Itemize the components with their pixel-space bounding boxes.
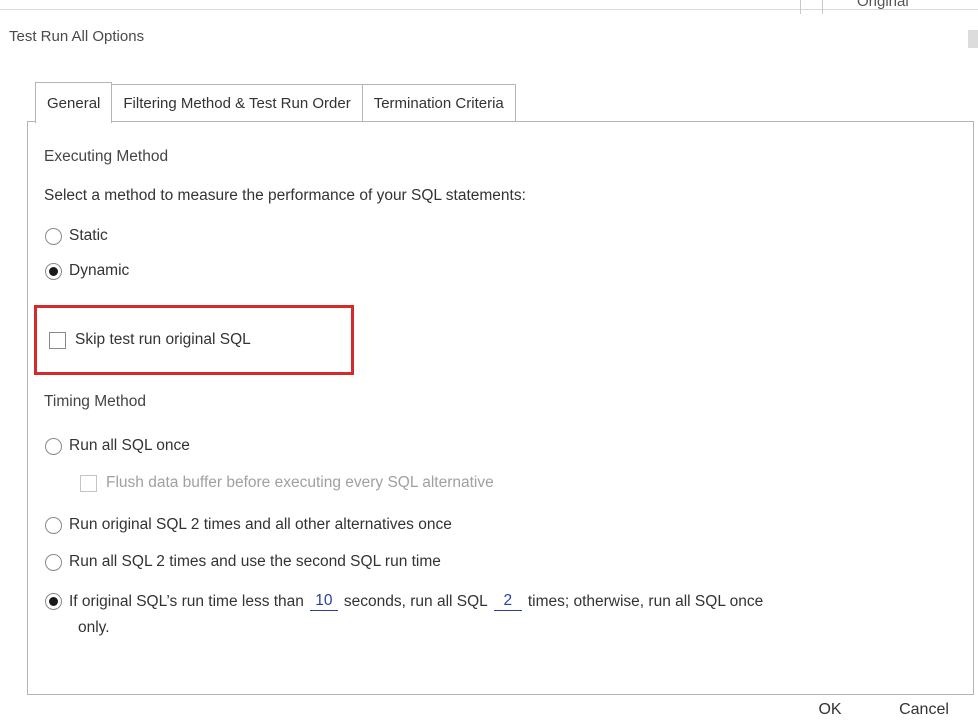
- tab-filtering-method[interactable]: Filtering Method & Test Run Order: [111, 84, 363, 122]
- background-column-separator: [822, 0, 823, 14]
- radio-dynamic[interactable]: [45, 262, 62, 280]
- radio-dynamic-option[interactable]: Dynamic: [45, 262, 129, 280]
- skip-original-checkbox[interactable]: [49, 331, 66, 349]
- ok-button[interactable]: OK: [800, 697, 860, 723]
- executing-method-prompt: Select a method to measure the performan…: [44, 187, 526, 204]
- tab-general[interactable]: General: [35, 82, 113, 123]
- background-column-header: Original: [857, 0, 909, 10]
- background-divider: [0, 9, 978, 10]
- radio-original-twice[interactable]: [45, 516, 62, 534]
- radio-original-twice-label: Run original SQL 2 times and all other a…: [69, 516, 452, 533]
- radio-all-twice[interactable]: [45, 553, 62, 571]
- tab-strip: General Filtering Method & Test Run Orde…: [35, 82, 516, 123]
- executing-method-heading: Executing Method: [44, 148, 169, 165]
- radio-conditional-option[interactable]: If original SQL’s run time less than 10 …: [45, 592, 763, 611]
- flush-buffer-option[interactable]: Flush data buffer before executing every…: [80, 474, 494, 492]
- flush-buffer-checkbox[interactable]: [80, 474, 97, 492]
- skip-original-option[interactable]: Skip test run original SQL: [49, 331, 251, 349]
- conditional-suffix-wrap: only.: [78, 619, 110, 636]
- seconds-value-field[interactable]: 10: [309, 592, 338, 611]
- background-column-separator: [800, 0, 801, 14]
- times-value-field[interactable]: 2: [493, 592, 522, 611]
- radio-static-option[interactable]: Static: [45, 227, 108, 245]
- timing-method-heading: Timing Method: [44, 393, 146, 410]
- radio-all-twice-label: Run all SQL 2 times and use the second S…: [69, 553, 441, 570]
- radio-original-twice-option[interactable]: Run original SQL 2 times and all other a…: [45, 516, 452, 534]
- flush-buffer-label: Flush data buffer before executing every…: [106, 474, 494, 491]
- tab-termination-criteria[interactable]: Termination Criteria: [361, 84, 516, 122]
- skip-original-label: Skip test run original SQL: [75, 331, 251, 348]
- conditional-middle: seconds, run all SQL: [343, 592, 488, 610]
- radio-run-once-option[interactable]: Run all SQL once: [45, 437, 190, 455]
- radio-conditional[interactable]: [45, 593, 62, 610]
- radio-run-once[interactable]: [45, 437, 62, 455]
- radio-all-twice-option[interactable]: Run all SQL 2 times and use the second S…: [45, 553, 441, 571]
- radio-static[interactable]: [45, 227, 62, 245]
- radio-run-once-label: Run all SQL once: [69, 437, 190, 454]
- dialog-title: Test Run All Options: [9, 28, 145, 45]
- radio-dynamic-label: Dynamic: [69, 262, 130, 279]
- conditional-suffix: times; otherwise, run all SQL once: [527, 592, 764, 610]
- radio-static-label: Static: [69, 227, 108, 244]
- conditional-prefix: If original SQL’s run time less than: [69, 592, 304, 610]
- background-window-strip: Original: [0, 0, 978, 14]
- cancel-button[interactable]: Cancel: [883, 697, 965, 723]
- title-bar-control[interactable]: [968, 30, 978, 48]
